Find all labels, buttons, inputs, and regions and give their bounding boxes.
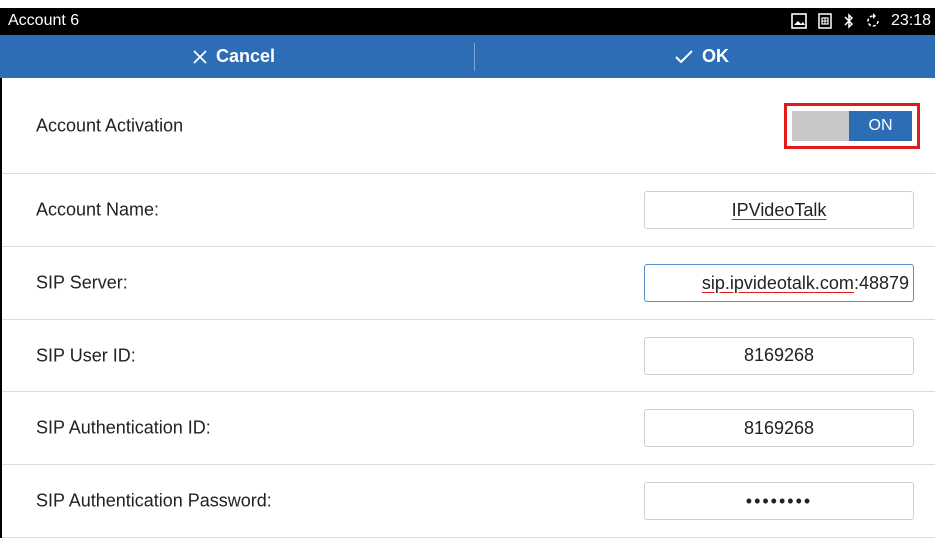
cancel-label: Cancel bbox=[215, 46, 276, 66]
sim-card-icon bbox=[817, 13, 833, 29]
gallery-icon bbox=[791, 13, 807, 29]
sip-auth-id-label: SIP Authentication ID: bbox=[36, 417, 211, 438]
toggle-thumb: ON bbox=[849, 110, 912, 141]
account-activation-row: Account Activation ON bbox=[2, 78, 935, 174]
sip-server-field[interactable]: sip.ipvideotalk.com:48879 bbox=[644, 264, 914, 302]
account-name-value: IPVideoTalk bbox=[731, 199, 827, 220]
sip-user-id-label: SIP User ID: bbox=[36, 345, 136, 365]
sip-user-id-row: SIP User ID: 8169268 bbox=[2, 320, 935, 392]
sip-auth-password-field[interactable]: •••••••• bbox=[644, 482, 914, 520]
sip-auth-password-value: •••••••• bbox=[745, 490, 813, 511]
toggle-state-label: ON bbox=[868, 116, 893, 134]
clock-time: 23:18 bbox=[890, 12, 931, 29]
sip-auth-id-field[interactable]: 8169268 bbox=[644, 409, 914, 447]
bluetooth-icon bbox=[843, 13, 855, 29]
account-name-field[interactable]: IPVideoTalk bbox=[644, 191, 914, 229]
sip-auth-password-label: SIP Authentication Password: bbox=[36, 490, 272, 511]
account-name-label: Account Name: bbox=[36, 199, 160, 220]
check-icon bbox=[674, 49, 694, 65]
sip-server-value-port: :48879 bbox=[853, 272, 909, 293]
sip-user-id-value: 8169268 bbox=[743, 345, 815, 365]
status-icons: 23:18 bbox=[791, 12, 931, 30]
sip-auth-id-value: 8169268 bbox=[743, 417, 815, 438]
account-activation-toggle[interactable]: ON bbox=[784, 102, 920, 149]
top-margin bbox=[0, 0, 935, 8]
sip-server-label: SIP Server: bbox=[36, 272, 128, 293]
sip-auth-id-row: SIP Authentication ID: 8169268 bbox=[2, 392, 935, 465]
cancel-button[interactable]: Cancel bbox=[0, 35, 467, 78]
ok-button[interactable]: OK bbox=[468, 35, 935, 78]
close-icon bbox=[192, 49, 208, 65]
sip-server-value-host: sip.ipvideotalk.com bbox=[701, 272, 854, 293]
sync-icon bbox=[865, 13, 881, 29]
action-bar: Cancel OK bbox=[0, 35, 935, 78]
sip-server-row: SIP Server: sip.ipvideotalk.com:48879 bbox=[2, 247, 935, 320]
status-bar: Account 6 23:18 bbox=[0, 8, 935, 35]
ok-label: OK bbox=[702, 46, 729, 66]
sip-user-id-field[interactable]: 8169268 bbox=[644, 336, 914, 375]
account-activation-label: Account Activation bbox=[36, 115, 184, 135]
account-name-row: Account Name: IPVideoTalk bbox=[2, 174, 935, 247]
status-bar-title: Account 6 bbox=[8, 12, 80, 29]
sip-auth-password-row: SIP Authentication Password: •••••••• bbox=[2, 465, 935, 538]
account-settings-list: Account Activation ON Account Name: IPVi… bbox=[0, 78, 935, 538]
